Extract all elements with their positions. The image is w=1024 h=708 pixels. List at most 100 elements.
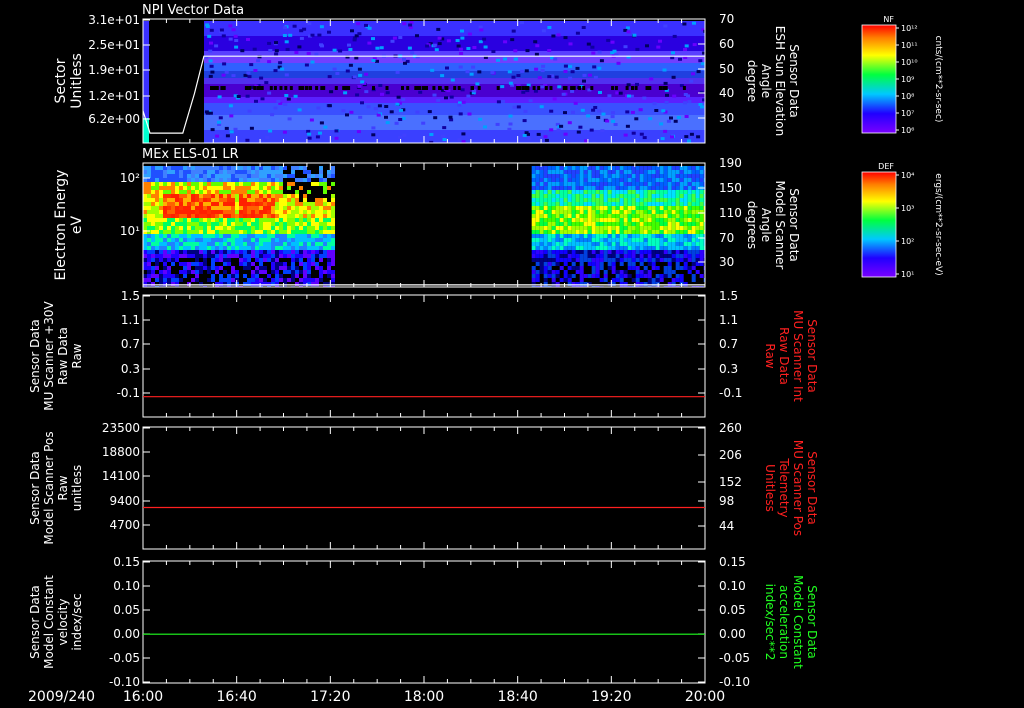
heatmap-cell	[171, 210, 175, 214]
heatmap-cell	[659, 178, 664, 182]
heatmap-cell	[331, 198, 335, 202]
heatmap-cell	[615, 274, 620, 278]
heatmap-cell	[659, 230, 664, 234]
heatmap-cell	[614, 86, 618, 90]
heatmap-cell	[591, 190, 596, 194]
heatmap-cell	[667, 186, 672, 190]
heatmap-cell	[651, 262, 656, 266]
heatmap-cell	[667, 234, 672, 238]
heatmap-cell	[647, 198, 652, 202]
heatmap-cell	[175, 254, 179, 258]
heatmap-cell	[575, 182, 580, 186]
heatmap-cell	[207, 186, 211, 190]
heatmap-cell	[251, 174, 255, 178]
heatmap-cell	[554, 75, 559, 79]
heatmap-cell	[315, 214, 319, 218]
heatmap-cell	[263, 190, 267, 194]
heatmap-cell	[691, 210, 696, 214]
heatmap-cell	[275, 194, 279, 198]
heatmap-cell	[227, 218, 231, 222]
heatmap-cell	[619, 202, 624, 206]
heatmap-cell	[631, 190, 636, 194]
heatmap-cell	[631, 86, 634, 90]
heatmap-cell	[283, 278, 287, 282]
heatmap-cell	[255, 198, 259, 202]
heatmap-cell	[625, 110, 630, 114]
heatmap-cell	[648, 117, 653, 121]
heatmap-cell	[619, 174, 624, 178]
heatmap-cell	[209, 41, 213, 45]
heatmap-cell	[684, 44, 689, 48]
heatmap-cell	[327, 266, 331, 270]
heatmap-cell	[607, 222, 612, 226]
heatmap-cell	[183, 170, 187, 174]
heatmap-cell	[249, 63, 254, 67]
heatmap-cell	[675, 178, 680, 182]
heatmap-cell	[699, 202, 704, 206]
heatmap-cell	[563, 222, 568, 226]
heatmap-cell	[211, 170, 215, 174]
heatmap-cell	[155, 262, 159, 266]
right-axis-label: Unitless	[763, 464, 777, 512]
heatmap-cell	[259, 246, 263, 250]
heatmap-cell	[595, 174, 600, 178]
heatmap-cell	[223, 222, 227, 226]
heatmap-cell	[619, 190, 624, 194]
heatmap-cell	[587, 234, 592, 238]
heatmap-cell	[535, 206, 540, 210]
heatmap-cell	[563, 262, 568, 266]
heatmap-cell	[275, 170, 279, 174]
heatmap-cell	[663, 24, 668, 28]
heatmap-cell	[551, 190, 556, 194]
heatmap-cell	[215, 270, 219, 274]
heatmap-cell	[221, 73, 226, 77]
heatmap-cell	[320, 86, 324, 90]
heatmap-cell	[579, 258, 584, 262]
heatmap-cell	[203, 170, 207, 174]
heatmap-cell	[207, 242, 211, 246]
heatmap-cell	[207, 174, 211, 178]
heatmap-cell	[575, 218, 580, 222]
heatmap-cell	[251, 262, 255, 266]
heatmap-cell	[235, 202, 239, 206]
heatmap-cell	[159, 234, 163, 238]
heatmap-cell	[187, 178, 191, 182]
heatmap-cell	[591, 214, 596, 218]
heatmap-cell	[243, 202, 247, 206]
heatmap-cell	[274, 49, 279, 53]
heatmap-cell	[231, 210, 235, 214]
heatmap-cell	[651, 258, 656, 262]
y-axis-label: MU Scanner +30V	[42, 301, 56, 411]
heatmap-cell	[687, 166, 692, 170]
heatmap-cell	[203, 182, 207, 186]
heatmap-cell	[215, 226, 219, 230]
heatmap-cell	[267, 166, 271, 170]
heatmap-cell	[563, 230, 568, 234]
heatmap-cell	[699, 218, 704, 222]
heatmap-cell	[667, 182, 672, 186]
heatmap-cell	[398, 118, 403, 121]
heatmap-cell	[227, 278, 231, 282]
heatmap-cell	[211, 262, 215, 266]
heatmap-cell	[418, 90, 423, 94]
heatmap-cell	[686, 94, 690, 98]
heatmap-cell	[647, 206, 652, 210]
heatmap-cell	[655, 258, 660, 262]
heatmap-cell	[319, 182, 323, 186]
heatmap-cell	[163, 194, 167, 198]
heatmap-cell	[684, 135, 689, 139]
heatmap-cell	[364, 72, 369, 76]
heatmap-cell	[691, 222, 696, 226]
heatmap-cell	[207, 254, 211, 258]
heatmap-cell	[151, 266, 155, 270]
heatmap-cell	[199, 262, 203, 266]
heatmap-cell	[627, 242, 632, 246]
heatmap-cell	[171, 246, 175, 250]
heatmap-cell	[667, 254, 672, 258]
heatmap-cell	[151, 234, 155, 238]
heatmap-cell	[631, 246, 636, 250]
heatmap-cell	[167, 270, 171, 274]
heatmap-cell	[323, 270, 327, 274]
heatmap-cell	[679, 178, 684, 182]
heatmap-cell	[571, 198, 576, 202]
